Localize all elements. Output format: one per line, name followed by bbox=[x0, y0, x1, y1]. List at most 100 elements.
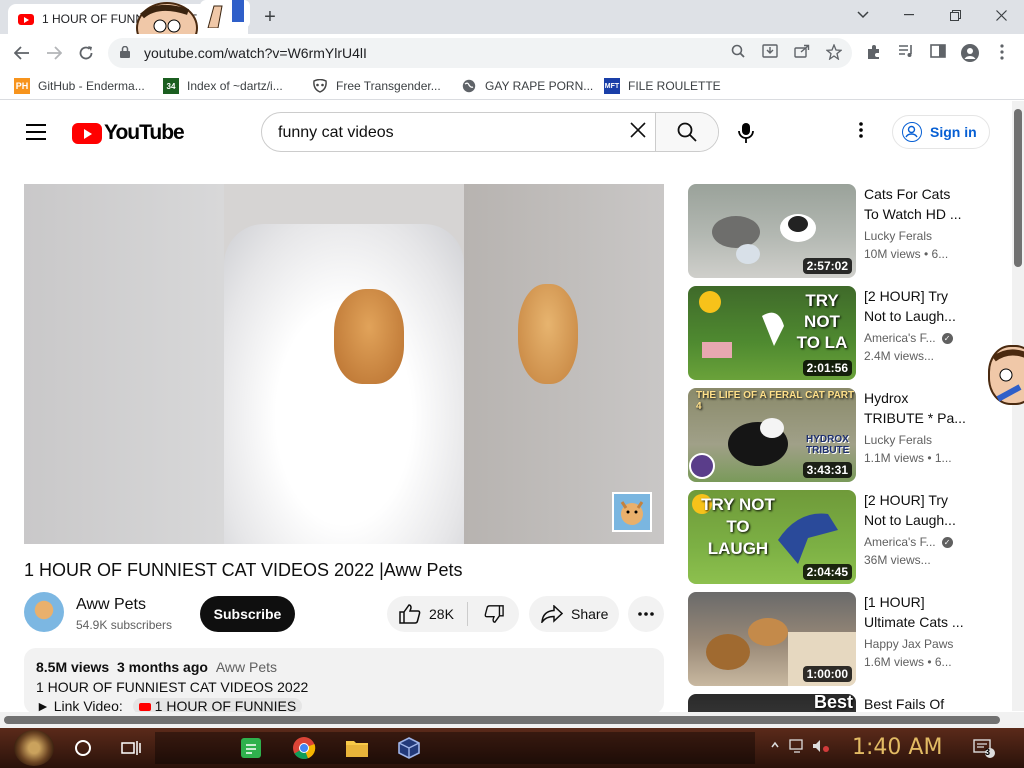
more-actions-icon[interactable] bbox=[628, 596, 664, 632]
video-thumbnail[interactable]: 2:57:02 bbox=[688, 184, 856, 278]
bookmark-globe[interactable]: GAY RAPE PORN... bbox=[461, 77, 593, 95]
forward-arrow-icon[interactable] bbox=[41, 41, 67, 65]
chrome-menu-icon[interactable] bbox=[992, 44, 1012, 62]
virtualbox-cube-icon[interactable] bbox=[396, 735, 422, 761]
url-text: youtube.com/watch?v=W6rmYlrU4lI bbox=[144, 45, 367, 61]
recommended-views: 2.4M views... bbox=[864, 349, 935, 363]
bookmark-file-roulette[interactable]: MFT FILE ROULETTE bbox=[604, 77, 721, 95]
recommended-video[interactable]: THE LIFE OF A FERAL CAT PART 4 HYDROX TR… bbox=[688, 388, 978, 482]
search-input[interactable]: funny cat videos bbox=[278, 124, 394, 142]
recommended-video[interactable]: 1:00:00 [1 HOUR] Ultimate Cats ... Happy … bbox=[688, 592, 978, 686]
start-button-steampunk-icon[interactable] bbox=[14, 730, 54, 766]
search-box[interactable]: funny cat videos bbox=[261, 112, 719, 152]
network-icon[interactable] bbox=[788, 739, 806, 757]
back-arrow-icon[interactable] bbox=[9, 41, 35, 65]
share-button[interactable]: Share bbox=[529, 596, 619, 632]
file-explorer-icon[interactable] bbox=[344, 735, 370, 761]
voice-search-mic-icon[interactable] bbox=[733, 122, 759, 144]
recommended-video[interactable]: TRY NOT TO LA 2:01:56 [2 HOUR] Try Not to… bbox=[688, 286, 978, 380]
search-button[interactable] bbox=[655, 113, 718, 151]
show-hidden-icons-chevron-icon[interactable] bbox=[766, 739, 784, 757]
notes-app-icon[interactable] bbox=[238, 735, 264, 761]
recommended-title: [1 HOUR] Ultimate Cats ... bbox=[864, 594, 964, 630]
bookmark-github[interactable]: PH GitHub - Enderma... bbox=[14, 77, 145, 95]
youtube-play-logo-icon bbox=[72, 122, 102, 144]
video-duration: 2:04:45 bbox=[802, 564, 852, 580]
qr-icon: 34 bbox=[163, 78, 179, 94]
new-tab-button[interactable]: + bbox=[258, 5, 282, 29]
upload-age: 3 months ago bbox=[116, 659, 208, 675]
chrome-taskbar-icon[interactable] bbox=[291, 735, 317, 761]
address-bar[interactable]: youtube.com/watch?v=W6rmYlrU4lI bbox=[108, 38, 852, 68]
youtube-logo[interactable]: YouTube bbox=[72, 121, 185, 145]
video-frame-cat bbox=[334, 289, 404, 384]
channel-watermark[interactable] bbox=[612, 492, 652, 532]
video-duration: 2:57:02 bbox=[802, 258, 852, 274]
share-page-icon[interactable] bbox=[792, 44, 812, 62]
thumbnail-overlay-text: TRY NOT TO LA bbox=[796, 291, 848, 352]
page-scrollbar-thumb[interactable] bbox=[1014, 109, 1022, 267]
hamburger-menu-icon[interactable] bbox=[26, 124, 46, 140]
install-app-icon[interactable] bbox=[760, 44, 780, 62]
recommended-title: Hydrox TRIBUTE * Pa... bbox=[864, 390, 966, 426]
recommended-views: 10M views • 6... bbox=[864, 247, 949, 261]
share-arrow-icon bbox=[541, 605, 563, 623]
cortana-circle-icon[interactable] bbox=[70, 735, 96, 761]
profile-avatar-icon[interactable] bbox=[960, 44, 980, 62]
media-queue-icon[interactable] bbox=[896, 44, 916, 62]
horizontal-scrollbar-thumb[interactable] bbox=[4, 716, 1000, 724]
mask-icon bbox=[312, 78, 328, 94]
lock-icon[interactable] bbox=[120, 46, 130, 58]
bookmark-star-icon[interactable] bbox=[824, 43, 844, 62]
video-duration: 1:00:00 bbox=[802, 666, 852, 682]
globe-icon bbox=[461, 78, 477, 94]
recommended-video[interactable]: Best Best Fails Of bbox=[688, 694, 978, 712]
bookmarks-bar: PH GitHub - Enderma... 34 Index of ~dart… bbox=[0, 72, 1024, 100]
mft-icon: MFT bbox=[604, 78, 620, 94]
sign-in-button[interactable]: Sign in bbox=[892, 115, 990, 149]
thumbs-up-icon bbox=[399, 604, 421, 624]
channel-name[interactable]: Aww Pets bbox=[76, 596, 146, 614]
video-description[interactable]: 8.5M views 3 months ago Aww Pets 1 HOUR … bbox=[24, 648, 664, 714]
thumbnail-overlay-text: Best bbox=[814, 694, 854, 712]
recommended-video[interactable]: 2:57:02 Cats For Cats To Watch HD ... Luc… bbox=[688, 184, 978, 278]
browser-toolbar: youtube.com/watch?v=W6rmYlrU4lI bbox=[0, 34, 1024, 72]
video-player[interactable] bbox=[24, 184, 664, 544]
horizontal-scrollbar[interactable] bbox=[0, 712, 1024, 728]
side-panel-icon[interactable] bbox=[928, 44, 948, 62]
recommended-video[interactable]: TRY NOT TO LAUGH 2:04:45 [2 HOUR] Try Not… bbox=[688, 490, 978, 584]
taskbar-clock[interactable]: 1:40 AM bbox=[852, 735, 942, 760]
settings-kebab-icon[interactable] bbox=[852, 121, 870, 143]
recommended-views: 1.1M views • 1... bbox=[864, 451, 952, 465]
recommended-title: Best Fails Of bbox=[864, 696, 945, 712]
channel-avatar[interactable] bbox=[24, 592, 64, 632]
restore-button[interactable] bbox=[932, 0, 978, 30]
bookmark-free[interactable]: Free Transgender... bbox=[312, 77, 441, 95]
video-thumbnail[interactable]: TRY NOT TO LAUGH 2:04:45 bbox=[688, 490, 856, 584]
video-thumbnail[interactable]: TRY NOT TO LA 2:01:56 bbox=[688, 286, 856, 380]
close-window-button[interactable] bbox=[978, 0, 1024, 30]
clear-search-icon[interactable] bbox=[626, 121, 650, 144]
extensions-puzzle-icon[interactable] bbox=[864, 44, 884, 62]
like-dislike-group: 28K bbox=[387, 596, 519, 632]
task-view-icon[interactable] bbox=[118, 735, 144, 761]
recommended-title: [2 HOUR] Try Not to Laugh... bbox=[864, 288, 956, 324]
video-thumbnail[interactable]: Best bbox=[688, 694, 856, 712]
description-channel: Aww Pets bbox=[215, 659, 278, 675]
video-thumbnail[interactable]: 1:00:00 bbox=[688, 592, 856, 686]
video-duration: 3:43:31 bbox=[802, 462, 852, 478]
zoom-search-icon[interactable] bbox=[728, 44, 748, 62]
bookmark-index[interactable]: 34 Index of ~dartz/i... bbox=[163, 77, 283, 95]
search-icon bbox=[677, 122, 697, 142]
subscribe-button[interactable]: Subscribe bbox=[200, 596, 295, 632]
dislike-button[interactable] bbox=[468, 596, 519, 632]
tab-search-chevron-icon[interactable] bbox=[840, 0, 886, 30]
reload-icon[interactable] bbox=[73, 41, 99, 65]
action-center-icon[interactable]: 3 bbox=[972, 739, 998, 758]
like-button[interactable]: 28K bbox=[387, 596, 467, 632]
video-frame-bed bbox=[224, 224, 464, 544]
video-thumbnail[interactable]: THE LIFE OF A FERAL CAT PART 4 HYDROX TR… bbox=[688, 388, 856, 482]
verified-check-icon: ✓ bbox=[941, 332, 953, 344]
minimize-button[interactable] bbox=[886, 0, 932, 30]
volume-muted-icon[interactable] bbox=[812, 739, 830, 757]
